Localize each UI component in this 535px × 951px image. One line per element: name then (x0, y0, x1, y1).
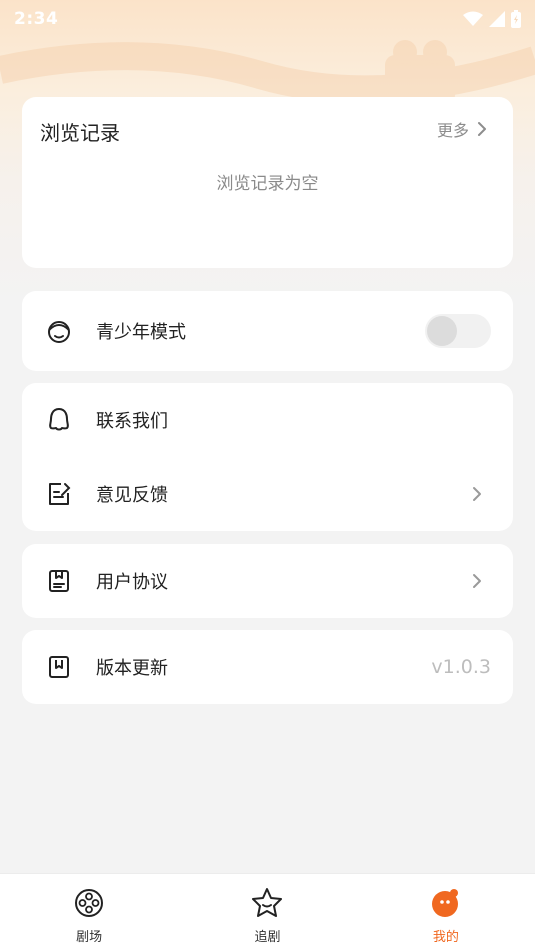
teen-mode-label: 青少年模式 (96, 322, 186, 343)
tab-following[interactable]: 追剧 (178, 874, 356, 951)
tab-mine-label: 我的 (432, 930, 459, 945)
version-value: v1.0.3 (431, 656, 491, 678)
version-card: 版本更新 v1.0.3 (22, 630, 513, 704)
edit-note-icon (46, 481, 72, 507)
history-card: 浏览记录 更多 浏览记录为空 (22, 97, 513, 268)
teen-face-icon (46, 318, 72, 344)
version-row[interactable]: 版本更新 v1.0.3 (22, 630, 513, 704)
history-title: 浏览记录 (40, 121, 120, 145)
feedback-row[interactable]: 意见反馈 (22, 457, 513, 531)
star-face-icon (250, 886, 284, 920)
tab-theater[interactable]: 剧场 (0, 874, 178, 951)
toggle-knob (427, 316, 457, 346)
teen-mode-row: 青少年模式 (22, 294, 513, 368)
film-reel-icon (72, 886, 106, 920)
contact-row[interactable]: 联系我们 (22, 383, 513, 457)
agreement-row[interactable]: 用户协议 (22, 544, 513, 618)
agreement-label: 用户协议 (96, 572, 168, 593)
agreement-card: 用户协议 (22, 544, 513, 618)
tab-following-label: 追剧 (254, 930, 281, 945)
feedback-label: 意见反馈 (96, 485, 168, 506)
document-icon (46, 568, 72, 594)
chevron-right-icon (473, 487, 481, 501)
tab-theater-label: 剧场 (76, 930, 103, 945)
chevron-right-icon (478, 122, 486, 136)
contact-label: 联系我们 (96, 411, 168, 432)
battery-icon (511, 10, 521, 28)
version-label: 版本更新 (96, 658, 168, 679)
teen-mode-toggle[interactable] (425, 314, 491, 348)
history-empty-text: 浏览记录为空 (216, 174, 319, 194)
wifi-icon (463, 11, 483, 26)
teen-mode-card: 青少年模式 (22, 291, 513, 371)
tab-mine[interactable]: 我的 (357, 874, 535, 951)
bookmark-box-icon (46, 654, 72, 680)
support-card: 联系我们 意见反馈 (22, 383, 513, 531)
history-more-link[interactable]: 更多 (437, 117, 487, 141)
mascot-icon (429, 886, 463, 920)
history-more-label: 更多 (436, 121, 469, 140)
chevron-right-icon (473, 574, 481, 588)
signal-icon (489, 11, 505, 27)
penguin-icon (46, 407, 72, 433)
status-time: 2:34 (14, 9, 59, 29)
status-icons (463, 10, 521, 28)
bottom-tab-bar: 剧场 追剧 我的 (0, 873, 535, 951)
status-bar: 2:34 (0, 0, 535, 38)
